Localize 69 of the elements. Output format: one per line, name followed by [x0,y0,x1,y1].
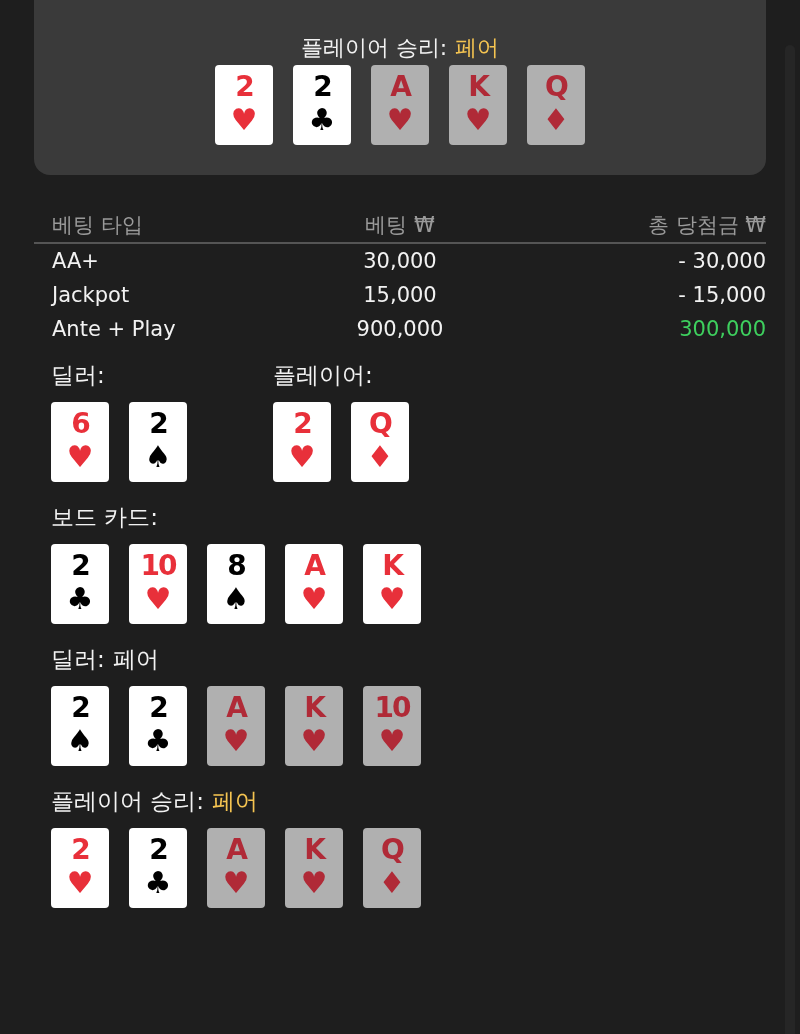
card-rank: K [304,692,324,724]
card-rank: K [304,834,324,866]
hand-name: 페어 [112,645,159,674]
hand-name: 페어 [455,34,500,62]
table-cell-text: - 30,000 [677,249,766,273]
hand-label: 딜러: [51,361,105,390]
card-rank: 2 [149,692,167,724]
card-rank: A [226,692,246,724]
card-rank: K [468,71,488,103]
card-suit: ♥ [378,582,406,616]
card-suit: ♥ [300,724,328,758]
card-rank: 2 [149,408,167,440]
table-cell-text: AA+ [51,249,100,273]
card-rank: 2 [149,834,167,866]
card-suit: ♠ [66,724,94,758]
card-suit: ♥ [464,103,492,137]
card-suit: ♣ [144,866,172,900]
card-rank: 2 [235,71,253,103]
hand-name: 페어 [212,787,259,816]
card-rank: 2 [293,408,311,440]
card-rank: 6 [71,408,89,440]
section-label: 플레이어 승리: [51,787,205,816]
card-suit: ♥ [66,866,94,900]
card-rank: 10 [140,550,176,582]
card-rank: A [390,71,410,103]
table-cell-text: Jackpot [50,283,131,307]
card-suit: ♠ [144,440,172,474]
table-cell-text: 300,000 [678,317,766,341]
table-cell-text: 15,000 [362,283,438,307]
card-suit: ♦ [366,440,394,474]
card-suit: ♦ [378,866,406,900]
card-suit: ♣ [66,582,94,616]
card-rank: 2 [71,834,89,866]
column-header: 베팅 ₩ [364,212,436,239]
column-header: 베팅 타입 [51,212,144,239]
table-cell-text: 900,000 [355,317,445,341]
table-cell-text: - 15,000 [677,283,766,307]
card-rank: 8 [227,550,245,582]
table-cell-text: 30,000 [362,249,438,273]
card-suit: ♥ [222,866,250,900]
card-rank: 10 [374,692,410,724]
card-rank: Q [545,71,567,103]
card-rank: Q [369,408,391,440]
card-suit: ♥ [230,103,258,137]
card-suit: ♣ [308,103,336,137]
card-rank: 2 [313,71,331,103]
section-label: 딜러: [51,645,105,674]
card-rank: 2 [71,692,89,724]
card-suit: ♣ [144,724,172,758]
card-suit: ♠ [222,582,250,616]
card-suit: ♥ [300,866,328,900]
column-header: 총 당첨금 ₩ [646,212,766,239]
card-suit: ♥ [378,724,406,758]
result-label: 플레이어 승리: [300,34,448,62]
card-rank: A [226,834,246,866]
card-rank: 2 [71,550,89,582]
section-label: 보드 카드: [51,503,159,532]
card-rank: Q [381,834,403,866]
card-rank: K [382,550,402,582]
card-suit: ♥ [144,582,172,616]
card-suit: ♥ [300,582,328,616]
table-cell-text: Ante + Play [51,317,177,341]
card-suit: ♥ [386,103,414,137]
card-rank: A [304,550,324,582]
card-suit: ♦ [542,103,570,137]
hand-label: 플레이어: [273,361,373,390]
card-suit: ♥ [288,440,316,474]
card-suit: ♥ [66,440,94,474]
card-suit: ♥ [222,724,250,758]
